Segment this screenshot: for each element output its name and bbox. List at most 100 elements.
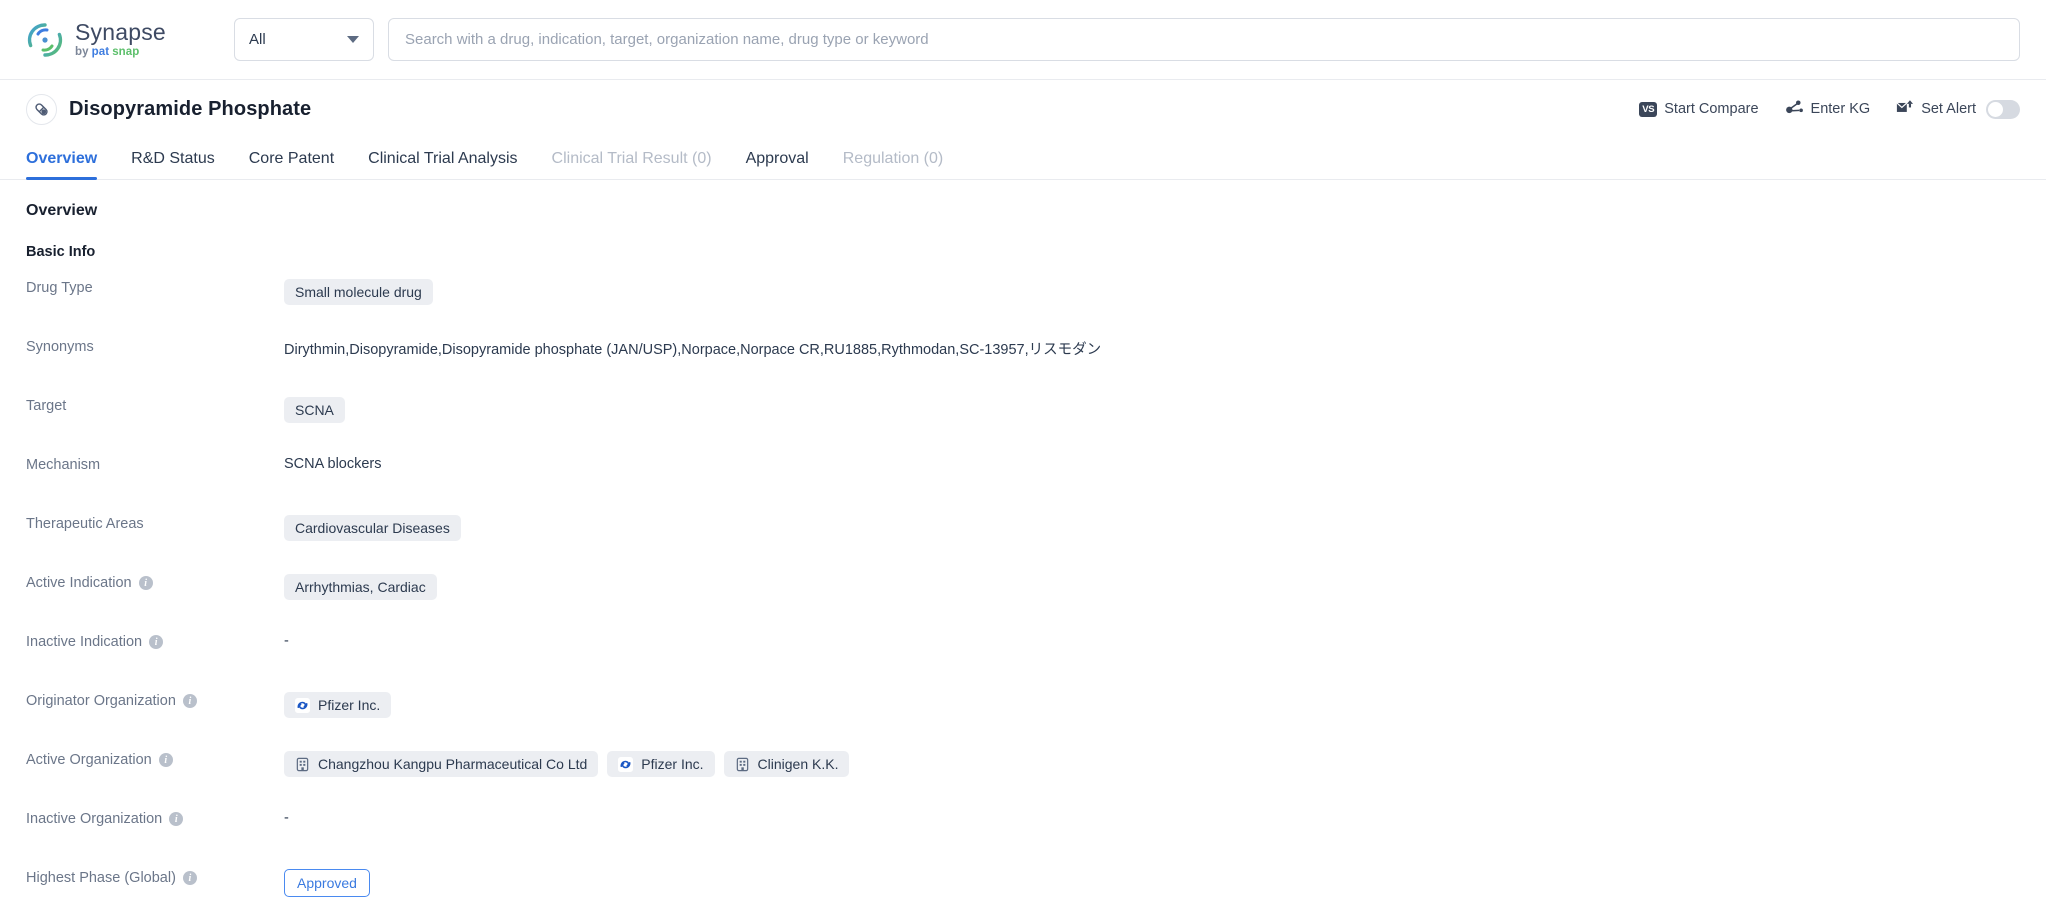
alert-envelope-icon bbox=[1896, 99, 1914, 119]
row-label: Inactive Indication i bbox=[26, 632, 284, 650]
info-row-mechanism: Mechanism SCNA blockers bbox=[26, 455, 2020, 514]
info-icon[interactable]: i bbox=[158, 753, 173, 767]
capsule-icon bbox=[26, 93, 57, 125]
tab-overview[interactable]: Overview bbox=[26, 150, 98, 180]
tag-label: Changzhou Kangpu Pharmaceutical Co Ltd bbox=[318, 756, 588, 772]
row-label-text: Inactive Organization bbox=[26, 811, 163, 827]
drug-title-bar: Disopyramide Phosphate VS Start Compare … bbox=[0, 80, 2046, 138]
synapse-logo[interactable]: Synapse by pat snap bbox=[26, 18, 208, 59]
row-value: Arrhythmias, Cardiac bbox=[284, 573, 437, 600]
pfizer-logo-icon bbox=[618, 756, 634, 772]
tag-label: Pfizer Inc. bbox=[641, 756, 704, 772]
chevron-down-icon bbox=[347, 36, 359, 43]
global-search-box[interactable] bbox=[388, 18, 2020, 61]
tab-clinical-trial-result[interactable]: Clinical Trial Result (0) bbox=[552, 150, 712, 179]
tab-rd-status[interactable]: R&D Status bbox=[131, 150, 215, 179]
tag-target[interactable]: SCNA bbox=[284, 397, 345, 423]
row-label: Mechanism bbox=[26, 455, 284, 473]
tag-originator-pfizer[interactable]: Pfizer Inc. bbox=[284, 692, 392, 718]
info-row-inactive-organization: Inactive Organization i - bbox=[26, 809, 2020, 868]
start-compare-label: Start Compare bbox=[1664, 101, 1759, 117]
row-value: Dirythmin,Disopyramide,Disopyramide phos… bbox=[284, 337, 1101, 359]
synapse-logo-icon bbox=[26, 21, 64, 59]
row-label: Target bbox=[26, 396, 284, 414]
row-label: Therapeutic Areas bbox=[26, 514, 284, 532]
info-icon[interactable]: i bbox=[169, 812, 184, 826]
enter-kg-label: Enter KG bbox=[1810, 101, 1871, 117]
row-value: Small molecule drug bbox=[284, 278, 433, 305]
set-alert-button[interactable]: Set Alert bbox=[1896, 99, 2020, 119]
knowledge-graph-icon bbox=[1785, 99, 1804, 120]
logo-patsnap-pat: pat bbox=[91, 45, 110, 58]
row-value: Changzhou Kangpu Pharmaceutical Co Ltd P… bbox=[284, 750, 850, 777]
top-navigation-bar: Synapse by pat snap All bbox=[0, 0, 2046, 80]
tag-active-org-clinigen[interactable]: Clinigen K.K. bbox=[723, 751, 850, 777]
info-row-therapeutic-areas: Therapeutic Areas Cardiovascular Disease… bbox=[26, 514, 2020, 573]
row-label: Inactive Organization i bbox=[26, 809, 284, 827]
set-alert-toggle[interactable] bbox=[1986, 99, 2020, 119]
synonyms-text: Dirythmin,Disopyramide,Disopyramide phos… bbox=[284, 342, 1102, 358]
tag-active-indication[interactable]: Arrhythmias, Cardiac bbox=[284, 574, 437, 600]
company-building-icon bbox=[736, 757, 748, 771]
row-value: - bbox=[284, 632, 289, 649]
subsection-title: Basic Info bbox=[26, 244, 96, 260]
info-icon[interactable]: i bbox=[149, 635, 164, 649]
tab-core-patent[interactable]: Core Patent bbox=[249, 150, 334, 179]
row-label-text: Highest Phase (Global) bbox=[26, 870, 176, 886]
info-icon[interactable]: i bbox=[182, 694, 197, 708]
status-badge[interactable]: Approved bbox=[284, 869, 370, 897]
mechanism-text: SCNA blockers bbox=[284, 456, 382, 472]
info-row-synonyms: Synonyms Dirythmin,Disopyramide,Disopyra… bbox=[26, 337, 2020, 396]
pfizer-logo-icon bbox=[295, 697, 310, 713]
set-alert-label: Set Alert bbox=[1921, 101, 1976, 117]
tag-therapeutic-area[interactable]: Cardiovascular Diseases bbox=[284, 515, 461, 541]
row-label-text: Target bbox=[26, 398, 67, 414]
row-label: Originator Organization i bbox=[26, 691, 284, 709]
enter-kg-button[interactable]: Enter KG bbox=[1785, 99, 1871, 120]
toggle-knob bbox=[1988, 101, 2003, 117]
tag-label: Pfizer Inc. bbox=[318, 697, 381, 713]
row-label-text: Mechanism bbox=[26, 457, 101, 473]
section-title: Overview bbox=[26, 202, 98, 219]
search-input[interactable] bbox=[405, 31, 2003, 48]
tab-approval[interactable]: Approval bbox=[746, 150, 809, 179]
row-label-text: Active Organization bbox=[26, 752, 152, 768]
info-row-highest-phase: Highest Phase (Global) i Approved bbox=[26, 868, 2020, 921]
title-actions: VS Start Compare Enter KG Set Alert bbox=[1639, 99, 2020, 120]
search-scope-value: All bbox=[249, 31, 266, 48]
row-value: Approved bbox=[284, 868, 370, 897]
info-row-originator-organization: Originator Organization i Pfizer Inc. bbox=[26, 691, 2020, 750]
company-building-icon bbox=[296, 757, 309, 771]
info-icon[interactable]: i bbox=[182, 871, 197, 885]
row-label: Drug Type bbox=[26, 278, 284, 296]
empty-value: - bbox=[284, 633, 289, 649]
overview-content: Overview Basic Info Drug Type Small mole… bbox=[0, 180, 2046, 921]
row-label-text: Originator Organization bbox=[26, 693, 176, 709]
info-icon[interactable]: i bbox=[138, 576, 153, 590]
row-value: SCNA blockers bbox=[284, 455, 382, 472]
tag-drug-type[interactable]: Small molecule drug bbox=[284, 279, 433, 305]
row-label-text: Synonyms bbox=[26, 339, 94, 355]
row-label-text: Therapeutic Areas bbox=[26, 516, 144, 532]
tab-regulation[interactable]: Regulation (0) bbox=[843, 150, 944, 179]
row-label: Active Organization i bbox=[26, 750, 284, 768]
tab-clinical-trial-analysis[interactable]: Clinical Trial Analysis bbox=[368, 150, 517, 179]
row-label: Active Indication i bbox=[26, 573, 284, 591]
row-value: Cardiovascular Diseases bbox=[284, 514, 461, 541]
row-value: SCNA bbox=[284, 396, 345, 423]
basic-info-rows: Drug Type Small molecule drug Synonyms D… bbox=[26, 278, 2020, 921]
logo-patsnap-snap: snap bbox=[112, 45, 140, 58]
info-row-drug-type: Drug Type Small molecule drug bbox=[26, 278, 2020, 337]
empty-value: - bbox=[284, 810, 289, 826]
info-row-target: Target SCNA bbox=[26, 396, 2020, 455]
row-label-text: Drug Type bbox=[26, 280, 93, 296]
search-scope-select[interactable]: All bbox=[234, 18, 374, 61]
tag-active-org-changzhou[interactable]: Changzhou Kangpu Pharmaceutical Co Ltd bbox=[284, 751, 599, 777]
tag-active-org-pfizer[interactable]: Pfizer Inc. bbox=[607, 751, 715, 777]
info-row-active-organization: Active Organization i Changzhou Kangpu P… bbox=[26, 750, 2020, 809]
start-compare-button[interactable]: VS Start Compare bbox=[1639, 101, 1759, 117]
row-value: Pfizer Inc. bbox=[284, 691, 392, 718]
page-title: Disopyramide Phosphate bbox=[69, 97, 312, 120]
row-value: - bbox=[284, 809, 289, 826]
logo-wordmark: Synapse bbox=[75, 18, 166, 45]
